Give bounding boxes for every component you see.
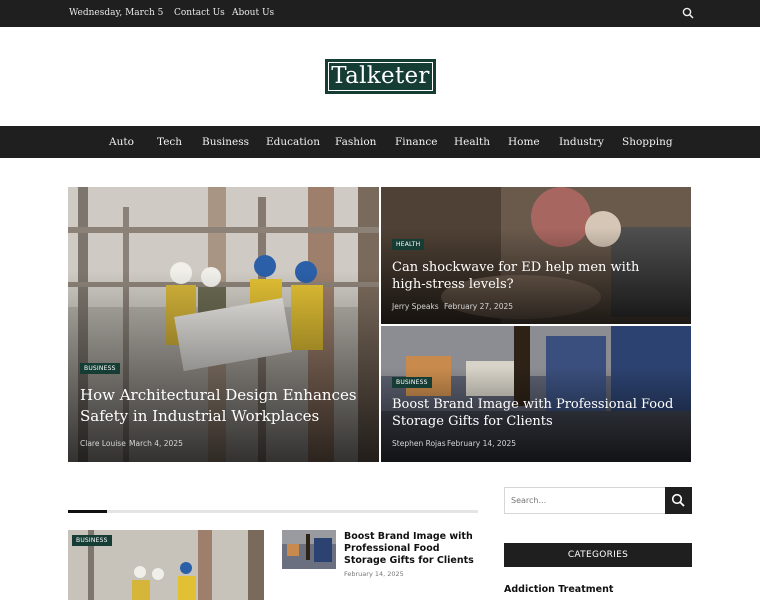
main-nav: Auto Tech Business Education Fashion Fin…: [0, 126, 760, 158]
nav-item-shopping[interactable]: Shopping: [622, 136, 673, 148]
sidebar-search-input[interactable]: [504, 487, 666, 514]
post-date: March 4, 2025: [129, 439, 183, 448]
side-post-thumbnail[interactable]: [282, 530, 336, 569]
site-logo[interactable]: Talketer: [325, 59, 436, 94]
logo-text: Talketer: [331, 63, 430, 89]
featured-bottom-right-post[interactable]: BUSINESS Boost Brand Image with Professi…: [381, 326, 691, 462]
nav-item-home[interactable]: Home: [508, 136, 540, 148]
category-badge[interactable]: BUSINESS: [80, 363, 120, 374]
nav-item-tech[interactable]: Tech: [157, 136, 182, 148]
nav-item-auto[interactable]: Auto: [109, 136, 134, 148]
nav-item-industry[interactable]: Industry: [559, 136, 604, 148]
post-title[interactable]: Can shockwave for ED help men with high-…: [392, 259, 672, 293]
nav-item-finance[interactable]: Finance: [395, 136, 438, 148]
food-thumbnail: [282, 530, 336, 569]
contact-us-link[interactable]: Contact Us: [174, 8, 225, 18]
search-icon[interactable]: [682, 7, 694, 19]
categories-heading: CATEGORIES: [504, 543, 692, 567]
top-bar: Wednesday, March 5 Contact Us About Us: [0, 0, 760, 27]
post-author[interactable]: Clare Louise: [80, 439, 126, 448]
sidebar-search-button[interactable]: [665, 487, 692, 514]
post-title[interactable]: Boost Brand Image with Professional Food…: [392, 396, 682, 430]
post-author[interactable]: Jerry Speaks: [392, 302, 439, 311]
category-badge[interactable]: BUSINESS: [392, 377, 432, 388]
post-title[interactable]: How Architectural Design Enhances Safety…: [80, 385, 370, 427]
current-date: Wednesday, March 5: [69, 8, 164, 18]
section-divider: [68, 510, 478, 513]
post-author[interactable]: Stephen Rojas: [392, 439, 446, 448]
category-link[interactable]: Addiction Treatment: [504, 584, 613, 595]
nav-item-education[interactable]: Education: [266, 136, 320, 148]
search-icon: [671, 493, 685, 507]
featured-top-right-post[interactable]: HEALTH Can shockwave for ED help men wit…: [381, 187, 691, 324]
side-post-title[interactable]: Boost Brand Image with Professional Food…: [344, 531, 484, 567]
nav-item-health[interactable]: Health: [454, 136, 490, 148]
side-post-date: February 14, 2025: [344, 570, 404, 578]
post-date: February 14, 2025: [447, 439, 517, 448]
section-accent: [68, 510, 107, 513]
about-us-link[interactable]: About Us: [232, 8, 274, 18]
featured-main-post[interactable]: BUSINESS How Architectural Design Enhanc…: [68, 187, 379, 462]
category-badge[interactable]: BUSINESS: [72, 535, 112, 546]
category-badge[interactable]: HEALTH: [392, 239, 425, 250]
post-date: February 27, 2025: [444, 302, 514, 311]
nav-item-business[interactable]: Business: [202, 136, 249, 148]
nav-item-fashion[interactable]: Fashion: [335, 136, 376, 148]
latest-card[interactable]: BUSINESS: [68, 530, 264, 600]
